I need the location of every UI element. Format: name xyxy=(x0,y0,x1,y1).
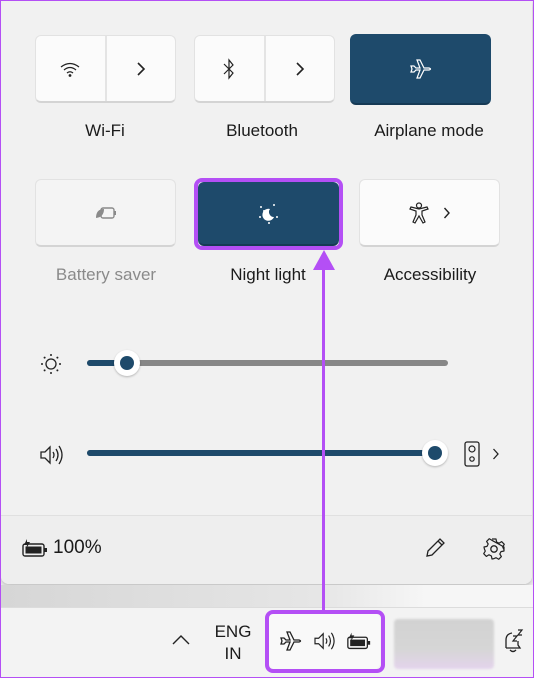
language-code: ENG xyxy=(214,622,252,641)
pencil-icon[interactable] xyxy=(424,537,446,559)
battery-charging-icon xyxy=(21,538,49,558)
system-tray-annotation-box xyxy=(265,610,385,673)
volume-slider-fill xyxy=(87,450,435,456)
gear-icon[interactable] xyxy=(482,537,506,561)
panel-shadow xyxy=(1,585,533,607)
accessibility-tile[interactable] xyxy=(359,179,500,247)
airplane-icon xyxy=(409,58,433,80)
chevron-right-icon xyxy=(295,61,305,77)
wifi-tile xyxy=(35,35,176,103)
bluetooth-tile xyxy=(194,35,335,103)
output-device-button[interactable] xyxy=(464,441,500,467)
battery-saver-label: Battery saver xyxy=(55,265,157,284)
chevron-right-icon xyxy=(443,207,451,219)
accessibility-icon xyxy=(408,201,429,224)
language-indicator[interactable]: ENG IN xyxy=(206,621,260,665)
brightness-icon xyxy=(40,353,62,375)
chevron-right-icon xyxy=(492,448,500,460)
speaker-icon xyxy=(464,441,480,467)
battery-saver-icon xyxy=(94,206,118,220)
chevron-right-icon xyxy=(136,61,146,77)
airplane-mode-label: Airplane mode xyxy=(374,121,484,140)
bluetooth-label: Bluetooth xyxy=(226,121,298,140)
battery-saver-tile[interactable] xyxy=(35,179,176,247)
wifi-expand-button[interactable] xyxy=(104,36,176,101)
region-code: IN xyxy=(224,644,242,663)
brightness-slider-thumb[interactable] xyxy=(113,350,140,376)
wifi-toggle-button[interactable] xyxy=(36,36,105,101)
bluetooth-toggle-button[interactable] xyxy=(195,36,264,101)
accessibility-label: Accessibility xyxy=(383,265,477,284)
clock-area-blurred[interactable] xyxy=(394,619,494,669)
bluetooth-icon xyxy=(223,57,235,80)
airplane-mode-tile[interactable] xyxy=(350,34,491,105)
wifi-icon xyxy=(59,61,81,77)
volume-slider-thumb[interactable] xyxy=(422,440,448,466)
battery-status-button[interactable]: 100% xyxy=(21,537,102,559)
bell-snooze-icon[interactable] xyxy=(502,628,524,654)
battery-percentage: 100% xyxy=(53,537,102,558)
brightness-slider-track[interactable] xyxy=(87,360,448,366)
volume-icon xyxy=(39,444,65,466)
wifi-label: Wi-Fi xyxy=(85,121,125,140)
chevron-up-icon[interactable] xyxy=(171,634,191,646)
bluetooth-expand-button[interactable] xyxy=(263,36,335,101)
annotation-arrow-line xyxy=(322,262,325,612)
night-light-annotation-box xyxy=(194,178,343,250)
